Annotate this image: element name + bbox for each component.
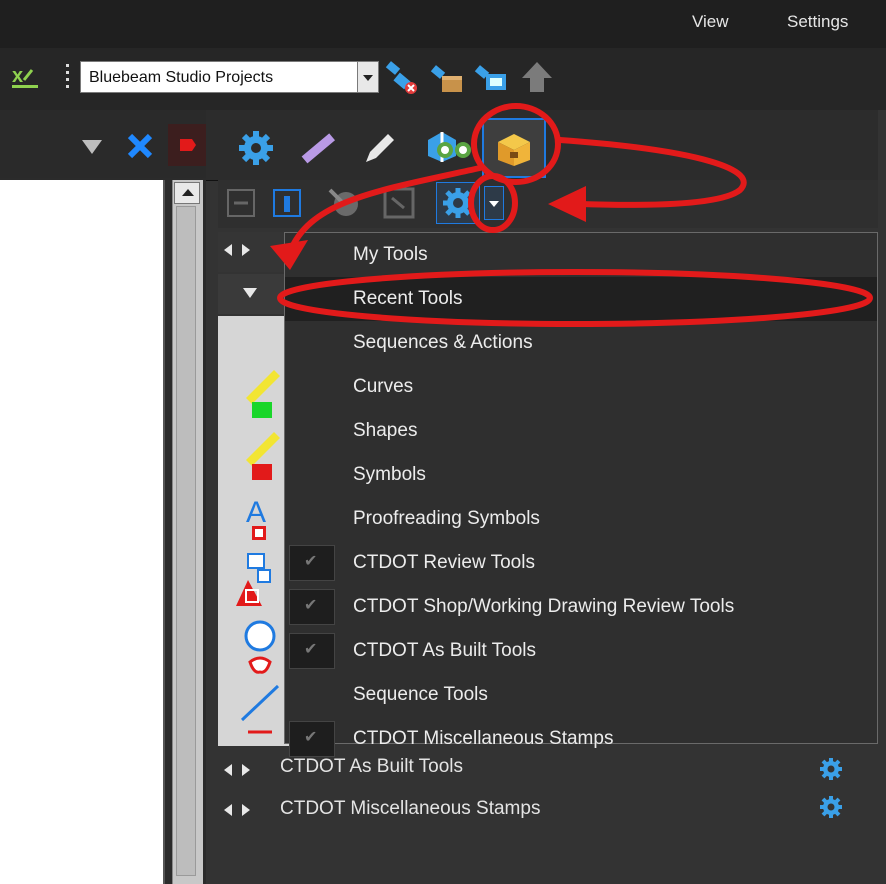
studio-disconnect-icon[interactable] xyxy=(383,58,421,96)
collapse-triangle-icon[interactable] xyxy=(242,284,258,306)
tool-chest-toolbar xyxy=(218,180,878,228)
toolbar-grip-icon xyxy=(64,62,72,92)
expand-arrows-icon[interactable] xyxy=(222,800,252,826)
checkmark-icon xyxy=(289,721,335,757)
expand-arrows-icon[interactable] xyxy=(222,240,252,266)
chevron-down-icon[interactable] xyxy=(357,61,379,93)
manage-dropdown-arrow-icon[interactable] xyxy=(484,186,504,220)
line-markup-icon[interactable] xyxy=(238,680,284,738)
text-box-icon[interactable]: A xyxy=(244,494,278,544)
menu-item-proofreading-symbols[interactable]: Proofreading Symbols xyxy=(285,497,877,541)
document-canvas[interactable] xyxy=(0,180,165,884)
svg-text:A: A xyxy=(246,496,266,529)
menu-view[interactable]: View xyxy=(692,12,729,32)
menu-item-shapes[interactable]: Shapes xyxy=(285,409,877,453)
menu-bar: View Settings xyxy=(0,0,886,48)
tool-chest-gear-icon[interactable] xyxy=(436,182,480,224)
binoculars-icon[interactable] xyxy=(434,132,474,166)
studio-session-icon[interactable] xyxy=(428,58,466,96)
shapes-markup-icon[interactable] xyxy=(232,550,282,612)
menu-item-symbols[interactable]: Symbols xyxy=(285,453,877,497)
menu-item-recent-tools[interactable]: Recent Tools xyxy=(285,277,877,321)
menu-item-ctdot-review-tools[interactable]: CTDOT Review Tools xyxy=(285,541,877,585)
studio-project-icon[interactable] xyxy=(472,58,510,96)
tab-red-marker-icon[interactable] xyxy=(168,124,208,166)
gear-icon[interactable] xyxy=(818,794,844,826)
gear-icon[interactable] xyxy=(818,756,844,788)
measure-ruler-icon[interactable] xyxy=(298,128,338,168)
checkmark-icon xyxy=(289,589,335,625)
gear-icon[interactable] xyxy=(236,128,276,168)
menu-settings[interactable]: Settings xyxy=(787,12,848,32)
studio-upload-icon[interactable] xyxy=(518,58,556,96)
scroll-thumb[interactable] xyxy=(176,206,196,876)
highlighter-red-icon[interactable] xyxy=(240,426,284,484)
menu-item-sequences-actions[interactable]: Sequences & Actions xyxy=(285,321,877,365)
menu-item-ctdot-shop-working-drawing[interactable]: CTDOT Shop/Working Drawing Review Tools xyxy=(285,585,877,629)
menu-item-ctdot-as-built-tools[interactable]: CTDOT As Built Tools xyxy=(285,629,877,673)
studio-projects-select[interactable]: Bluebeam Studio Projects xyxy=(80,61,358,93)
checkmark-icon xyxy=(289,545,335,581)
menu-item-curves[interactable]: Curves xyxy=(285,365,877,409)
markup-check-icon[interactable]: x xyxy=(10,64,50,90)
tool-chest-icon[interactable] xyxy=(492,128,536,168)
export-toolset-icon[interactable] xyxy=(382,186,416,220)
highlighter-green-icon[interactable] xyxy=(240,364,284,420)
section-label: CTDOT Miscellaneous Stamps xyxy=(280,798,541,819)
section-row-misc-stamps[interactable]: CTDOT Miscellaneous Stamps xyxy=(218,790,878,830)
checkmark-icon xyxy=(289,633,335,669)
menu-item-my-tools[interactable]: My Tools xyxy=(285,233,877,277)
properties-mode-icon[interactable] xyxy=(272,188,302,218)
close-icon[interactable] xyxy=(126,132,154,160)
scroll-up-arrow-icon[interactable] xyxy=(174,182,200,204)
menu-item-ctdot-misc-stamps[interactable]: CTDOT Miscellaneous Stamps xyxy=(285,717,877,757)
import-toolset-icon[interactable] xyxy=(326,186,366,220)
svg-text:x: x xyxy=(12,65,23,87)
cloud-markup-icon[interactable] xyxy=(240,620,280,676)
expand-arrows-icon[interactable] xyxy=(222,760,252,786)
manage-toolsets-dropdown[interactable]: My Tools Recent Tools Sequences & Action… xyxy=(284,232,878,757)
collapse-triangle-icon[interactable] xyxy=(80,136,104,158)
collapse-all-icon[interactable] xyxy=(226,188,256,218)
menu-item-sequence-tools[interactable]: Sequence Tools xyxy=(285,673,877,717)
pencil-icon[interactable] xyxy=(360,128,400,168)
